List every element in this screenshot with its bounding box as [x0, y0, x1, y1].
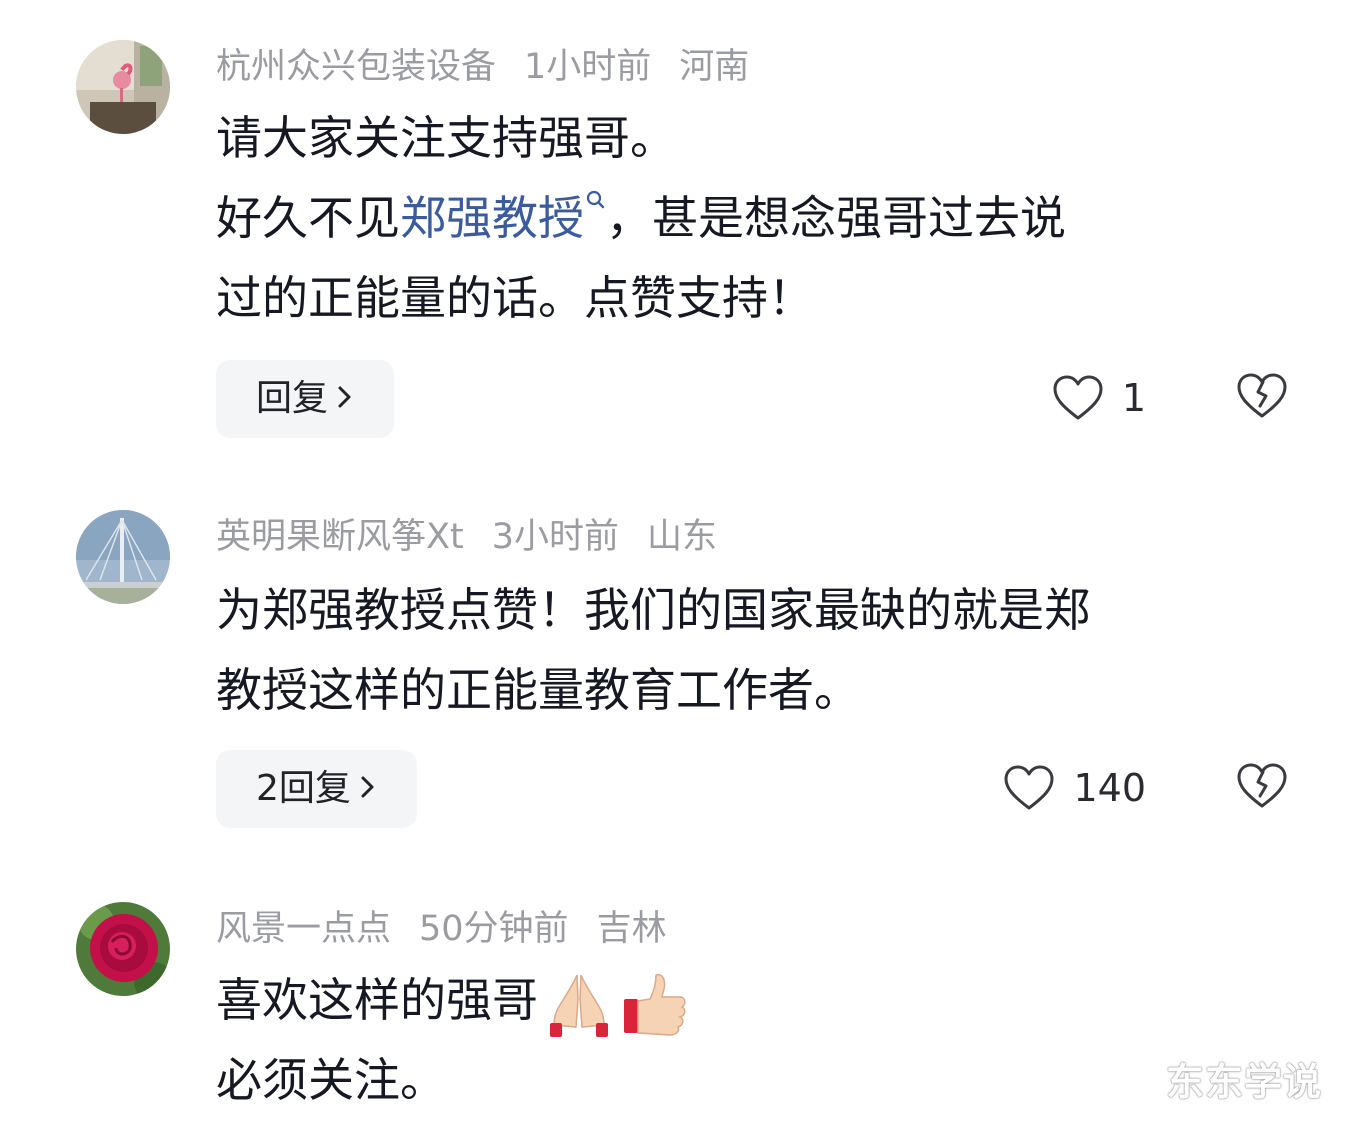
chevron-right-icon	[361, 776, 374, 798]
like-button[interactable]: 140	[1003, 758, 1146, 818]
avatar-flamingo-image	[76, 40, 170, 134]
avatar[interactable]	[76, 902, 170, 996]
watermark: 东东学说	[1165, 1060, 1322, 1104]
folded-hands-emoji	[550, 974, 608, 1037]
like-count: 140	[1073, 766, 1146, 810]
username[interactable]: 风景一点点	[216, 909, 391, 949]
chevron-right-icon	[338, 386, 351, 408]
dislike-broken-heart-icon[interactable]	[1236, 370, 1288, 422]
comment-line: 好久不见郑强教授 ，甚是想念强哥过去说	[216, 178, 1066, 258]
avatar[interactable]	[76, 40, 170, 134]
search-link[interactable]: 郑强教授	[400, 190, 606, 245]
comment-text-segment: 喜欢这样的强哥	[216, 973, 538, 1027]
comment-line: 为郑强教授点赞！我们的国家最缺的就是郑	[216, 583, 1090, 637]
reply-button[interactable]: 2回复	[216, 750, 417, 828]
comment-text: 请大家关注支持强哥。 好久不见郑强教授 ，甚是想念强哥过去说 过的正能量的话。点赞…	[216, 98, 1066, 338]
comment-text-segment: ，甚是想念强哥过去说	[606, 191, 1066, 245]
search-link-label: 郑强教授	[400, 191, 584, 245]
comment-meta: 杭州众兴包装设备 1小时前 河南	[216, 42, 777, 92]
avatar[interactable]	[76, 510, 170, 604]
comment-text: 为郑强教授点赞！我们的国家最缺的就是郑 教授这样的正能量教育工作者。	[216, 570, 1090, 730]
location: 河南	[679, 47, 750, 87]
thumbs-up-emoji	[624, 973, 686, 1036]
reply-button[interactable]: 回复	[216, 360, 395, 438]
like-button[interactable]: 1	[1052, 368, 1146, 428]
reply-label: 2回复	[256, 768, 351, 809]
username[interactable]: 英明果断风筝Xt	[216, 517, 464, 557]
dislike-broken-heart-icon[interactable]	[1236, 760, 1288, 812]
reply-label: 回复	[256, 378, 329, 419]
location: 山东	[646, 517, 717, 557]
comment-line: 喜欢这样的强哥	[216, 960, 690, 1040]
avatar-rose-image	[76, 902, 170, 996]
avatar-bridge-image	[76, 510, 170, 604]
username[interactable]: 杭州众兴包装设备	[216, 47, 496, 87]
comment-meta: 风景一点点 50分钟前 吉林	[216, 904, 695, 954]
heart-icon	[1053, 375, 1103, 420]
comment-text: 喜欢这样的强哥 必须关注。	[216, 960, 690, 1120]
search-icon	[586, 190, 605, 209]
location: 吉林	[596, 909, 667, 949]
comment-text-segment: 好久不见	[216, 191, 400, 245]
comment-line: 教授这样的正能量教育工作者。	[216, 663, 860, 717]
comment-line: 请大家关注支持强哥。	[216, 111, 676, 165]
heart-icon	[1004, 765, 1054, 810]
timestamp: 3小时前	[491, 517, 619, 557]
comment-line: 必须关注。	[216, 1053, 446, 1107]
comment-line: 过的正能量的话。点赞支持！	[216, 271, 814, 325]
like-count: 1	[1121, 376, 1146, 420]
timestamp: 1小时前	[524, 47, 652, 87]
timestamp: 50分钟前	[419, 909, 569, 949]
comment-meta: 英明果断风筝Xt 3小时前 山东	[216, 512, 745, 562]
